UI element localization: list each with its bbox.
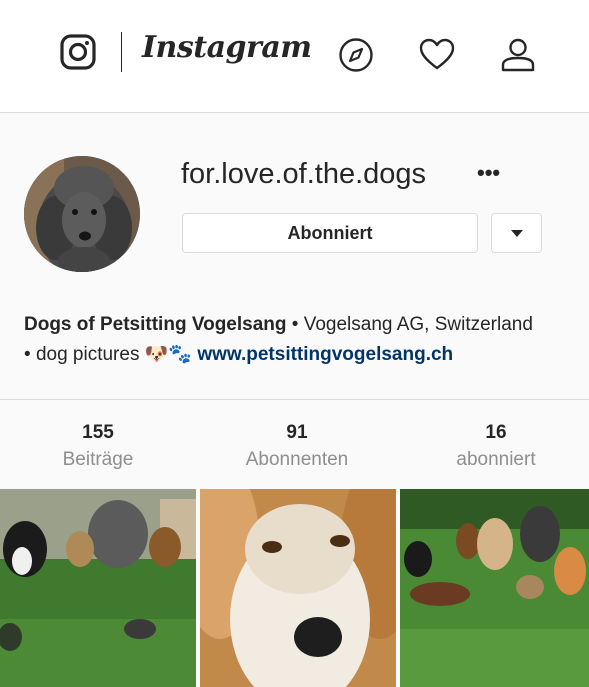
stat-followers-label: Abonnenten [245, 449, 349, 470]
dogs-on-lawn-photo [0, 489, 196, 687]
bio-emoji: 🐶🐾 [144, 344, 193, 365]
stat-following[interactable]: 16 abonniert [398, 420, 589, 474]
bio-location: Vogelsang AG, Switzerland [303, 314, 533, 335]
instagram-wordmark[interactable]: Instagram [142, 30, 312, 65]
bio-full-name: Dogs of Petsitting Vogelsang [24, 314, 287, 335]
posts-grid [0, 489, 589, 687]
collie-closeup-photo [200, 489, 396, 687]
top-navigation-bar: Instagram [0, 0, 589, 113]
stat-posts-count: 155 [82, 422, 114, 443]
bio-separator: • [24, 344, 31, 365]
bio-text: dog pictures [35, 344, 140, 365]
stat-followers-count: 91 [286, 422, 308, 443]
logo-separator [121, 32, 122, 72]
following-button[interactable]: Abonniert [182, 213, 478, 253]
stat-followers[interactable]: 91 Abonnenten [199, 420, 395, 474]
suggestions-dropdown-button[interactable] [491, 213, 542, 253]
heart-icon[interactable] [419, 37, 455, 73]
stat-posts-label: Beiträge [62, 449, 134, 470]
more-options-button[interactable]: ••• [477, 158, 501, 188]
post-thumbnail[interactable] [0, 489, 196, 687]
profile-bio: Dogs of Petsitting Vogelsang • Vogelsang… [24, 310, 574, 370]
user-icon[interactable] [500, 37, 536, 73]
bio-separator: • [291, 314, 299, 335]
stat-posts[interactable]: 155 Beiträge [0, 420, 196, 474]
profile-stats: 155 Beiträge 91 Abonnenten 16 abonniert [0, 399, 589, 489]
profile-avatar[interactable] [24, 156, 140, 272]
stat-following-count: 16 [485, 422, 507, 443]
poodle-photo [24, 156, 140, 272]
post-thumbnail[interactable] [400, 489, 589, 687]
bio-website-link[interactable]: www.petsittingvogelsang.ch [197, 344, 453, 365]
instagram-glyph-icon[interactable] [60, 34, 96, 70]
caret-down-icon [511, 230, 523, 237]
post-thumbnail[interactable] [200, 489, 396, 687]
dog-group-photo [400, 489, 589, 687]
stat-following-label: abonniert [456, 449, 536, 470]
compass-icon[interactable] [338, 37, 374, 73]
profile-username: for.love.of.the.dogs [181, 158, 427, 190]
